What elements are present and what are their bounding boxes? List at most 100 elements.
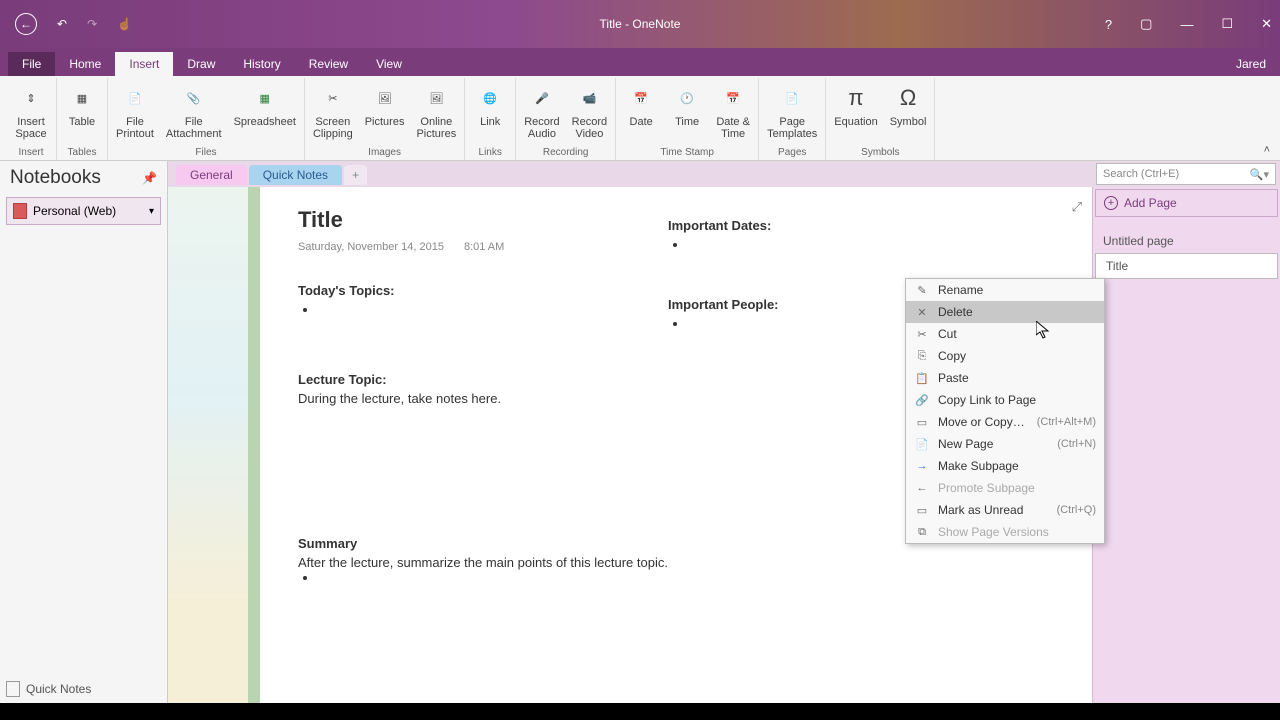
time-button[interactable]: 🕐Time <box>666 80 708 128</box>
link-button[interactable]: 🌐Link <box>469 80 511 128</box>
file-attachment-button[interactable]: 📎File Attachment <box>162 80 226 140</box>
insert-space-button[interactable]: ⇕Insert Space <box>10 80 52 140</box>
help-icon[interactable]: ? <box>1105 17 1112 32</box>
search-input[interactable]: Search (Ctrl+E) 🔍▾ <box>1096 163 1276 185</box>
page-item-title[interactable]: Title <box>1095 253 1278 279</box>
date-button[interactable]: 📅Date <box>620 80 662 128</box>
video-icon: 📹 <box>573 82 605 114</box>
move-icon: ▭ <box>914 415 930 429</box>
table-icon: ▦ <box>66 82 98 114</box>
date-time-button[interactable]: 📅Date & Time <box>712 80 754 140</box>
table-button[interactable]: ▦Table <box>61 80 103 128</box>
maximize-icon[interactable]: ☐ <box>1221 16 1233 32</box>
screen-clipping-button[interactable]: ✂Screen Clipping <box>309 80 357 140</box>
redo-icon[interactable]: ↷ <box>87 17 97 31</box>
subpage-icon: → <box>914 459 930 473</box>
touch-icon[interactable]: ☝ <box>117 17 132 31</box>
delete-icon: ✕ <box>914 305 930 319</box>
clipping-icon: ✂ <box>317 82 349 114</box>
online-pictures-icon: 🖼 <box>420 82 452 114</box>
insert-space-icon: ⇕ <box>15 82 47 114</box>
ctx-mark-unread[interactable]: ▭Mark as Unread(Ctrl+Q) <box>906 499 1104 521</box>
spreadsheet-button[interactable]: ▦Spreadsheet <box>230 80 300 128</box>
expand-icon[interactable]: ⤢ <box>1072 199 1082 215</box>
ctx-paste[interactable]: 📋Paste <box>906 367 1104 389</box>
tab-view[interactable]: View <box>362 52 416 76</box>
paste-icon: 📋 <box>914 371 930 385</box>
pi-icon: π <box>840 82 872 114</box>
important-dates-block[interactable]: Important Dates: <box>668 218 779 252</box>
page-list: + Add Page Untitled page Title <box>1092 187 1280 703</box>
ctx-delete[interactable]: ✕Delete <box>906 301 1104 323</box>
file-printout-icon: 📄 <box>119 82 151 114</box>
record-video-button[interactable]: 📹Record Video <box>568 80 611 140</box>
section-tab-general[interactable]: General <box>176 165 247 185</box>
promote-icon: ← <box>914 481 930 495</box>
tab-insert[interactable]: Insert <box>115 52 173 76</box>
pictures-button[interactable]: 🖼Pictures <box>361 80 409 128</box>
pin-icon[interactable]: 📌 <box>142 171 157 185</box>
titlebar: ← ↶ ↷ ☝ Title - OneNote ? ▢ — ☐ ✕ <box>0 0 1280 48</box>
minimize-icon[interactable]: — <box>1180 17 1193 32</box>
copy-link-icon: 🔗 <box>914 393 930 407</box>
pictures-icon: 🖼 <box>369 82 401 114</box>
online-pictures-button[interactable]: 🖼Online Pictures <box>412 80 460 140</box>
tab-history[interactable]: History <box>229 52 294 76</box>
back-button[interactable]: ← <box>15 13 37 35</box>
record-audio-button[interactable]: 🎤Record Audio <box>520 80 563 140</box>
symbol-button[interactable]: ΩSymbol <box>886 80 931 128</box>
paperclip-icon: 📎 <box>178 82 210 114</box>
notebooks-header: Notebooks 📌 <box>0 161 167 195</box>
datetime-icon: 📅 <box>717 82 749 114</box>
link-icon: 🌐 <box>474 82 506 114</box>
section-tab-quicknotes[interactable]: Quick Notes <box>249 165 342 185</box>
important-people-block[interactable]: Important People: <box>668 297 779 331</box>
letterbox <box>0 703 1280 720</box>
ctx-copy[interactable]: ⎘Copy <box>906 345 1104 367</box>
omega-icon: Ω <box>892 82 924 114</box>
ctx-cut[interactable]: ✂Cut <box>906 323 1104 345</box>
notebook-personal[interactable]: Personal (Web) ▾ <box>6 197 161 225</box>
tab-review[interactable]: Review <box>295 52 362 76</box>
page-decoration-border <box>248 187 260 703</box>
versions-icon: ⧉ <box>914 525 930 539</box>
tab-draw[interactable]: Draw <box>173 52 229 76</box>
ctx-show-versions: ⧉Show Page Versions <box>906 521 1104 543</box>
date-icon: 📅 <box>625 82 657 114</box>
document-icon <box>6 681 20 697</box>
tab-file[interactable]: File <box>8 52 55 76</box>
equation-button[interactable]: πEquation <box>830 80 881 128</box>
collapse-ribbon-icon[interactable]: ˄ <box>1264 144 1270 156</box>
page-decoration <box>168 187 248 703</box>
page-item-untitled[interactable]: Untitled page <box>1093 229 1280 253</box>
ribbon-tabs: File Home Insert Draw History Review Vie… <box>0 48 1280 76</box>
page-templates-button[interactable]: 📄Page Templates <box>763 80 821 140</box>
undo-icon[interactable]: ↶ <box>57 17 67 31</box>
ctx-copy-link[interactable]: 🔗Copy Link to Page <box>906 389 1104 411</box>
rename-icon: ✎ <box>914 283 930 297</box>
file-printout-button[interactable]: 📄File Printout <box>112 80 158 140</box>
tab-home[interactable]: Home <box>55 52 115 76</box>
cut-icon: ✂ <box>914 327 930 341</box>
add-page-button[interactable]: + Add Page <box>1095 189 1278 217</box>
notebook-icon <box>13 203 27 219</box>
add-section-button[interactable]: + <box>344 165 367 185</box>
notebooks-panel: Notebooks 📌 Personal (Web) ▾ Quick Notes <box>0 161 168 703</box>
context-menu: ✎Rename ✕Delete ✂Cut ⎘Copy 📋Paste 🔗Copy … <box>905 278 1105 544</box>
excel-icon: ▦ <box>249 82 281 114</box>
main-area: General Quick Notes + Search (Ctrl+E) 🔍▾… <box>168 161 1280 703</box>
ctx-rename[interactable]: ✎Rename <box>906 279 1104 301</box>
mic-icon: 🎤 <box>526 82 558 114</box>
search-icon: 🔍▾ <box>1250 168 1269 181</box>
quick-notes-link[interactable]: Quick Notes <box>6 681 91 697</box>
user-label[interactable]: Jared <box>1222 52 1280 76</box>
close-icon[interactable]: ✕ <box>1261 16 1272 32</box>
ctx-new-page[interactable]: 📄New Page(Ctrl+N) <box>906 433 1104 455</box>
ctx-move-copy[interactable]: ▭Move or Copy…(Ctrl+Alt+M) <box>906 411 1104 433</box>
fullscreen-icon[interactable]: ▢ <box>1140 16 1152 32</box>
clock-icon: 🕐 <box>671 82 703 114</box>
chevron-down-icon: ▾ <box>149 206 154 217</box>
window-title: Title - OneNote <box>600 17 681 31</box>
ribbon: ⇕Insert Space Insert ▦Table Tables 📄File… <box>0 76 1280 161</box>
ctx-make-subpage[interactable]: →Make Subpage <box>906 455 1104 477</box>
